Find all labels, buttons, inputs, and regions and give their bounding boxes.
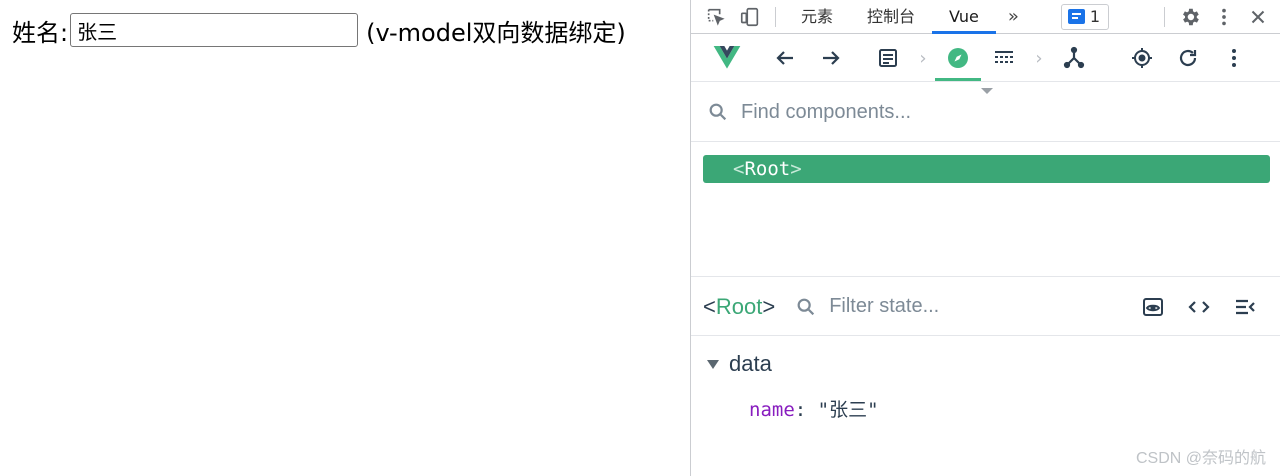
back-arrow-icon[interactable]	[763, 35, 807, 81]
inspect-dom-code-icon[interactable]	[1187, 295, 1211, 319]
inspect-element-icon[interactable]	[699, 0, 733, 34]
device-toggle-icon[interactable]	[733, 0, 767, 34]
forward-arrow-icon[interactable]	[807, 35, 855, 81]
tree-item-root[interactable]: < Root >	[703, 155, 1270, 183]
app-page: 姓名: (v-model双向数据绑定)	[0, 0, 690, 476]
state-inspector-header: <Root> Filter state...	[691, 278, 1280, 336]
chevron-right-icon: ›	[1035, 47, 1043, 69]
prop-value[interactable]: "张三"	[818, 399, 879, 421]
component-name: Root	[715, 293, 763, 319]
vue-logo-icon[interactable]	[691, 35, 763, 81]
tag-close-bracket: >	[790, 158, 802, 180]
components-compass-icon[interactable]	[935, 35, 981, 81]
scroll-to-component-eye-icon[interactable]	[1141, 295, 1165, 319]
close-icon[interactable]	[1241, 0, 1275, 34]
name-input[interactable]	[70, 13, 359, 47]
tab-elements[interactable]: 元素	[784, 0, 850, 34]
tab-console[interactable]: 控制台	[850, 0, 932, 34]
expand-triangle-icon	[707, 359, 719, 369]
section-label: data	[729, 351, 772, 376]
data-section-header[interactable]: data	[707, 351, 772, 377]
issues-count: 1	[1089, 7, 1101, 26]
prop-key: name	[749, 399, 795, 421]
find-components-placeholder: Find components...	[741, 100, 912, 123]
name-form-row: 姓名: (v-model双向数据绑定)	[12, 12, 626, 48]
tabbar-divider	[1164, 6, 1165, 27]
settings-gear-icon[interactable]	[1173, 0, 1207, 34]
target-select-icon[interactable]	[1119, 35, 1165, 81]
component-tree: < Root >	[691, 143, 1280, 277]
issues-icon	[1067, 9, 1085, 24]
timeline-icon[interactable]	[981, 35, 1027, 81]
selected-component-name: <Root>	[703, 294, 775, 320]
collapse-state-icon[interactable]	[1233, 295, 1257, 319]
chevron-right-icon: ›	[919, 47, 927, 69]
tabbar-right-icons	[1156, 0, 1280, 34]
tag-open-bracket: <	[733, 158, 745, 180]
tabbar-divider	[775, 6, 776, 27]
tag-close-bracket: >	[762, 293, 776, 319]
csdn-watermark: CSDN @奈码的航	[1135, 450, 1266, 467]
more-tabs-icon[interactable]: »	[996, 6, 1031, 27]
filter-state-input[interactable]: Filter state...	[829, 295, 939, 318]
issues-badge[interactable]: 1	[1060, 3, 1110, 30]
search-icon	[709, 103, 727, 121]
tree-item-label: Root	[744, 158, 791, 180]
vue-more-menu-icon[interactable]	[1211, 35, 1257, 81]
prop-colon: :	[794, 399, 818, 421]
kebab-menu-icon[interactable]	[1207, 0, 1241, 34]
find-components-search[interactable]: Find components...	[691, 83, 1280, 142]
vue-toolbar: › ›	[691, 35, 1280, 82]
tab-vue[interactable]: Vue	[932, 0, 996, 34]
app-selector-icon[interactable]	[865, 35, 911, 81]
routes-tree-icon[interactable]	[1051, 35, 1097, 81]
name-label: 姓名:	[12, 18, 69, 47]
refresh-icon[interactable]	[1165, 35, 1211, 81]
state-header-actions	[1141, 295, 1280, 319]
state-prop-row[interactable]: name: "张三"	[749, 395, 879, 422]
devtools-tabbar: 元素 控制台 Vue » 1	[691, 0, 1280, 34]
tag-open-bracket: <	[703, 293, 716, 319]
devtools-panel: 元素 控制台 Vue » 1 › › Find components... < …	[690, 0, 1280, 476]
filter-search-icon	[797, 298, 815, 315]
binding-hint: (v-model双向数据绑定)	[366, 18, 626, 47]
